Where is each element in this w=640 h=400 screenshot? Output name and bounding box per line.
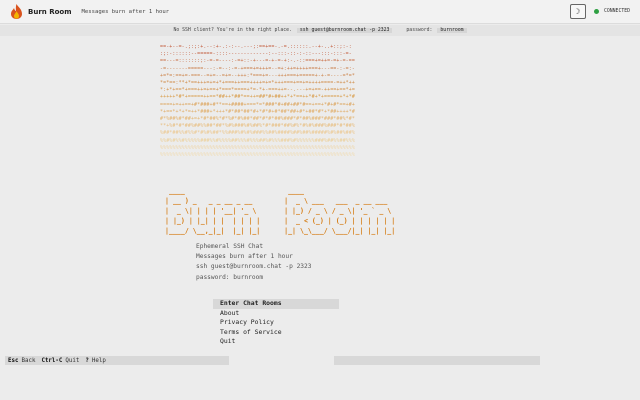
art-line: :;:-::::::--=====-::::-------------:--::… — [160, 51, 352, 58]
description-block: Ephemeral SSH Chat Messages burn after 1… — [196, 242, 311, 283]
ssh-info-bar: No SSH client? You're in the right place… — [0, 25, 640, 36]
art-line: *=*==:**+*==+++=+=+*+===++===++++=+=*+++… — [160, 80, 355, 87]
art-line: ==---=:::::::;:-=-=----:-=+::-+---=-+-=-… — [160, 58, 355, 65]
logo-line: ____ ____ — [165, 187, 416, 195]
app-title: Burn Room — [28, 7, 72, 16]
menu-item-quit[interactable]: Quit — [213, 337, 339, 347]
description-line: password: burnroom — [196, 273, 264, 281]
ssh-command[interactable]: ssh guest@burnroom.chat -p 2323 — [296, 28, 393, 33]
burn-room-ascii-logo: ____ ____ | __ ) _ _ _ __ _ __ | _ \ ___… — [165, 186, 415, 236]
art-line: **+%#*#*##%##%%##*##*%#%###%#%##%*#*###*… — [160, 123, 355, 130]
key-help-label: Help — [91, 357, 106, 364]
key-ctrl-c-label: Quit — [65, 357, 80, 364]
art-line: ==-+--=-.;:;:+.--:+-.:-:--.---;:==+==-.-… — [160, 44, 352, 50]
password-value[interactable]: burnroom — [437, 28, 467, 33]
password-label: password: — [406, 28, 433, 33]
connection-status-dot — [594, 9, 599, 14]
art-line: ====+=++==+#*###+#**==+####+===*=*###*#+… — [160, 101, 355, 108]
status-bar-right — [334, 356, 540, 365]
art-line: #*%##%#*##+=+*#*##%*#*%#*#%##*##*#*#*##%… — [160, 116, 355, 123]
description-line: Ephemeral SSH Chat — [196, 243, 264, 250]
logo-line: | |_) | |_| | | | | | | | _ < (_) | (_) … — [165, 217, 416, 225]
art-line: +=*=:==+=-===--=+=--=+=--+++:*===+=---++… — [160, 72, 355, 79]
main-menu: Enter Chat Rooms About Privacy Policy Te… — [213, 299, 339, 347]
art-line: %%%%%%%%%%%%%%%%%%%%%%%%%%%%%%%%%%%%%%%%… — [160, 144, 355, 151]
key-ctrl-c: Ctrl-C — [41, 357, 63, 364]
description-line: Messages burn after 1 hour — [196, 253, 293, 261]
key-help: ? — [85, 357, 89, 364]
logo-line: |____/ \__,_|_| |_| |_| |_| \_\___/ \___… — [165, 227, 416, 235]
keybinding-bar: Esc Back Ctrl-C Quit ? Help — [5, 356, 229, 365]
art-line: %%%%%%%%%%%%%%%%%%%%%%%%%%%%%%%%%%%%%%%%… — [160, 152, 355, 159]
art-line: -=-------=====---:-=--:-=-+===+=+++=--=+… — [160, 65, 355, 72]
ssh-prompt-text: No SSH client? You're in the right place… — [173, 28, 292, 33]
menu-item-enter-chat-rooms[interactable]: Enter Chat Rooms — [213, 299, 339, 309]
key-esc-label: Back — [21, 357, 36, 364]
connection-status: CONNECTED — [604, 9, 630, 14]
app-tagline: Messages burn after 1 hour — [81, 8, 170, 15]
menu-item-terms-of-service[interactable]: Terms of Service — [213, 328, 339, 338]
key-esc: Esc — [8, 357, 19, 364]
art-line: *:+*+==*+===++=+==+*===*====+*=-*+-===++… — [160, 87, 355, 94]
moon-icon: ☽ — [575, 7, 581, 16]
theme-toggle-button[interactable]: ☽ — [570, 4, 586, 19]
fire-ascii-art: ==-+--=-.;:;:+.--:+-.:-:--.---;:==+==-.-… — [160, 44, 355, 159]
menu-item-about[interactable]: About — [213, 309, 339, 319]
logo-line: | _ \| | | | '__| '_ \ | |_) / _ \ / _ \… — [165, 207, 416, 215]
flame-logo-icon — [11, 4, 22, 19]
description-line: ssh guest@burnroom.chat -p 2323 — [196, 263, 312, 271]
art-line: +++++*#*+=====++==*##++*##*==++=##*#+##+… — [160, 94, 355, 101]
logo-line: | __ ) _ _ _ __ _ __ | _ \ ___ ___ _ __ … — [165, 197, 416, 205]
menu-item-privacy-policy[interactable]: Privacy Policy — [213, 318, 339, 328]
top-header: Burn Room Messages burn after 1 hour ☽ C… — [0, 0, 640, 24]
art-line: %##*##%%#%%#*#%#%##*%%###%#%#%###%%##%##… — [160, 130, 355, 137]
art-line: *+==*+*+*=++*###+*+++*#*##*##*#+*#*#+#*#… — [160, 108, 355, 115]
art-line: %%#%#%%#%%%%%###%%#%%%%##%%%#%%%##%#%%%#… — [160, 137, 355, 144]
